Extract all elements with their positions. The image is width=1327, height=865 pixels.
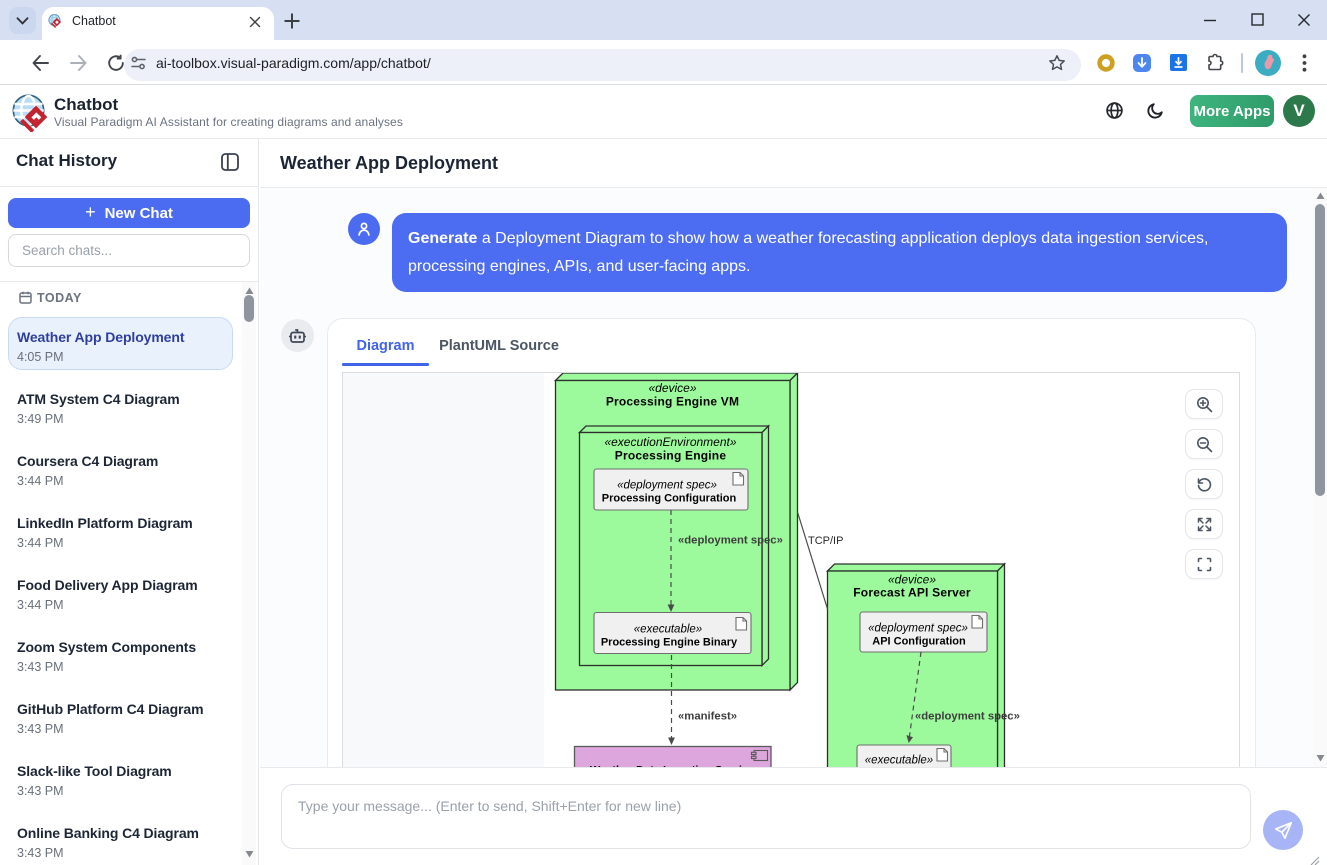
svg-text:«deployment spec»: «deployment spec» — [617, 479, 717, 491]
svg-text:«executable»: «executable» — [634, 623, 702, 635]
svg-text:«device»: «device» — [888, 572, 936, 586]
svg-text:«manifest»: «manifest» — [678, 710, 737, 722]
svg-text:Processing Engine Binary: Processing Engine Binary — [601, 636, 738, 648]
svg-text:Processing Engine: Processing Engine — [615, 448, 727, 462]
svg-text:«deployment spec»: «deployment spec» — [678, 534, 783, 546]
svg-text:«executionEnvironment»: «executionEnvironment» — [604, 435, 736, 449]
svg-text:«device»: «device» — [648, 381, 696, 395]
svg-text:«executable»: «executable» — [865, 754, 933, 766]
svg-text:API Configuration: API Configuration — [872, 635, 966, 647]
svg-text:Forecast API Server: Forecast API Server — [853, 585, 971, 599]
svg-text:Processing Configuration: Processing Configuration — [602, 492, 737, 504]
svg-text:Processing Engine VM: Processing Engine VM — [606, 394, 739, 408]
svg-text:«deployment spec»: «deployment spec» — [915, 710, 1020, 722]
svg-text:«deployment spec»: «deployment spec» — [868, 622, 968, 634]
svg-text:TCP/IP: TCP/IP — [808, 535, 843, 547]
